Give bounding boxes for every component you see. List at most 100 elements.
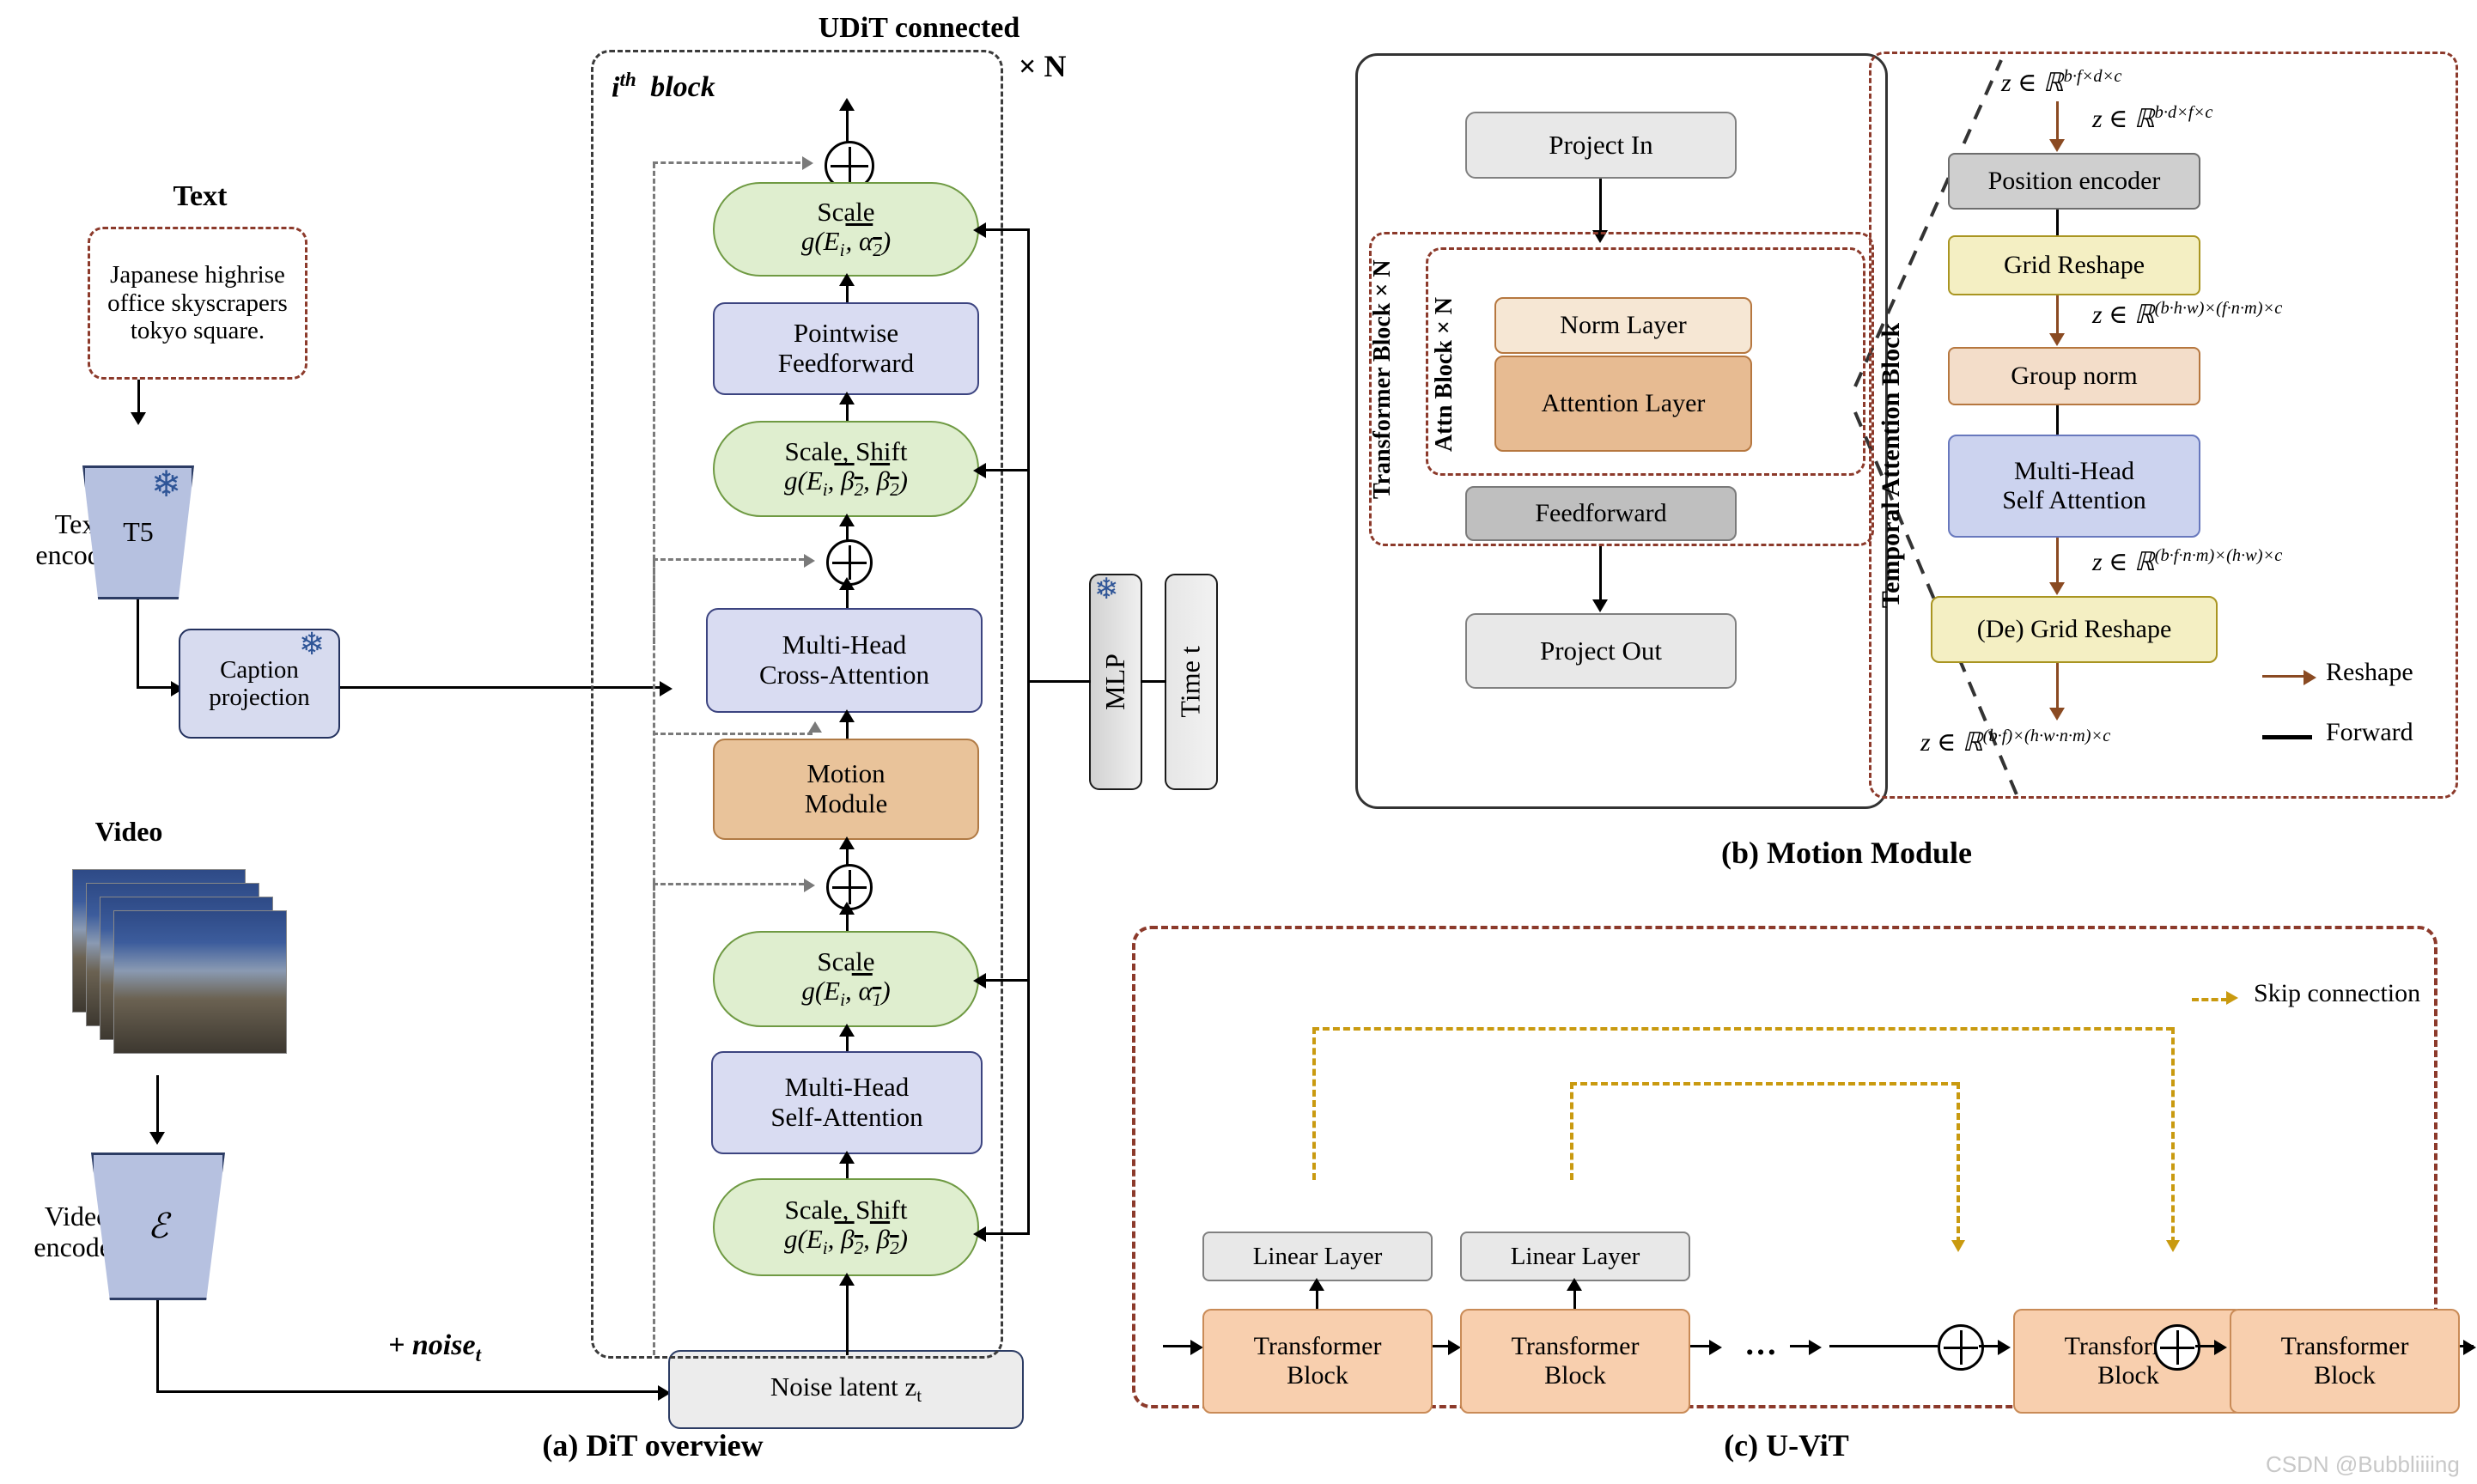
cond-to-scaleshift-bot-arrow bbox=[973, 1226, 986, 1242]
de-grid-reshape-label: (De) Grid Reshape bbox=[1976, 615, 2172, 644]
project-out-label: Project Out bbox=[1539, 635, 1663, 666]
noise-add-text: + noise bbox=[388, 1329, 476, 1361]
mhsa-to-degrid-line bbox=[2056, 538, 2059, 586]
prompt-text: Japanese highrise office skyscrapers tok… bbox=[107, 261, 288, 345]
uvit-ellipsis: … bbox=[1744, 1325, 1777, 1362]
cond-to-scale-a2-arrow bbox=[973, 222, 986, 238]
panel-c-caption: (c) U-ViT bbox=[1724, 1427, 1849, 1463]
scale-shift-bottom-line1: Scale, Shift bbox=[784, 1194, 908, 1225]
attn-block-n-label: Attn Block × N bbox=[1431, 296, 1458, 453]
linear-layer-1-label: Linear Layer bbox=[1252, 1242, 1383, 1270]
noise-add-label: + noiset bbox=[388, 1329, 481, 1367]
residual-mid-hline bbox=[653, 558, 804, 561]
linear-layer-2-node: Linear Layer bbox=[1460, 1232, 1690, 1281]
time-label: Time t bbox=[1175, 646, 1207, 718]
cross-attention-line1: Multi-Head bbox=[782, 629, 907, 660]
scaleshift-to-pointwise-arrow bbox=[839, 392, 855, 404]
tb3-line2: Block bbox=[2097, 1361, 2159, 1390]
linear-layer-2-label: Linear Layer bbox=[1510, 1242, 1640, 1270]
project-out-node: Project Out bbox=[1465, 613, 1737, 689]
video-to-encoder-line bbox=[156, 1075, 159, 1135]
temporal-title-wrap: Temporal Attention Block bbox=[1865, 283, 1917, 644]
shape-label-2: z ∈ ℝb·d×f×c bbox=[2092, 103, 2212, 134]
residual-low-vline bbox=[653, 885, 655, 1355]
shape-label-5: z ∈ ℝ(b·f)×(h·w·n·m)×c bbox=[1920, 727, 2110, 757]
time-to-mlp-line bbox=[1141, 680, 1166, 683]
legend-reshape-arrow bbox=[2304, 670, 2316, 685]
skip2-hline bbox=[1570, 1082, 1958, 1086]
tb2-line1: Transformer bbox=[1511, 1332, 1640, 1361]
mhsa-line1: Multi-Head bbox=[2014, 457, 2134, 486]
self-attention-line1: Multi-Head bbox=[784, 1072, 910, 1103]
cond-to-scale-a2 bbox=[979, 228, 1029, 231]
skip1-vline-right bbox=[2171, 1027, 2175, 1244]
ith-block-rest: block bbox=[650, 71, 715, 104]
video-encoder-out-vline bbox=[156, 1300, 159, 1393]
tb2-line2: Block bbox=[1544, 1361, 1606, 1390]
shape-label-5-z: z ∈ ℝ bbox=[1920, 728, 1983, 757]
cond-to-scale-a1 bbox=[979, 979, 1029, 982]
video-frame-1 bbox=[113, 910, 287, 1054]
shape-label-1-exp: b·f×d×c bbox=[2063, 67, 2122, 86]
motion-to-cross-arrow bbox=[839, 709, 855, 722]
shape-label-3: z ∈ ℝ(b·h·w)×(f·n·m)×c bbox=[2092, 299, 2282, 330]
mhsa-line2: Self Attention bbox=[2002, 486, 2146, 514]
scale-shift-top-line2: g(Ei, β2, β2) bbox=[784, 465, 908, 501]
skip2-arrow bbox=[1951, 1240, 1965, 1252]
cross-to-plusmid-arrow bbox=[839, 577, 855, 590]
shape-label-3-z: z ∈ ℝ bbox=[2092, 301, 2155, 329]
cond-to-scale-a1-arrow bbox=[973, 973, 986, 988]
panel-b-caption: (b) Motion Module bbox=[1721, 835, 1972, 870]
de-grid-reshape-node: (De) Grid Reshape bbox=[1931, 596, 2218, 663]
project-in-label: Project In bbox=[1549, 129, 1653, 160]
position-encoder-label: Position encoder bbox=[1987, 167, 2161, 196]
shape-label-1: z ∈ ℝb·f×d×c bbox=[2001, 67, 2121, 98]
scale-alpha2-line2: g(Ei, α2) bbox=[800, 226, 892, 261]
legend-reshape-label: Reshape bbox=[2326, 658, 2413, 686]
pointwise-line2: Feedforward bbox=[777, 348, 915, 378]
transformer-block-2-node: Transformer Block bbox=[1460, 1309, 1690, 1414]
shape-label-4-z: z ∈ ℝ bbox=[2092, 548, 2155, 576]
noise-latent-node: Noise latent zt bbox=[668, 1350, 1024, 1429]
scale-alpha2-node: Scale g(Ei, α2) bbox=[713, 182, 979, 277]
prompt-to-t5-line bbox=[137, 380, 140, 416]
scaleshift-bot-to-selfattn-arrow bbox=[839, 1151, 855, 1164]
video-frames bbox=[72, 869, 295, 1084]
norm-layer-node: Norm Layer bbox=[1494, 297, 1752, 354]
group-norm-label: Group norm bbox=[2011, 362, 2138, 391]
temporal-attention-title: Temporal Attention Block bbox=[1877, 322, 1905, 609]
shape-label-5-exp: (b·f)×(h·w·n·m)×c bbox=[1982, 727, 2111, 745]
scale-alpha2-line1: Scale bbox=[817, 196, 875, 227]
attention-layer-node: Attention Layer bbox=[1494, 356, 1752, 452]
uvit-output-arrow bbox=[2463, 1340, 2476, 1355]
prompt-to-t5-arrow bbox=[131, 412, 146, 425]
feedforward-out-line bbox=[1599, 546, 1602, 603]
plus2-out-arrow bbox=[2214, 1340, 2227, 1355]
mhsa-node: Multi-Head Self Attention bbox=[1948, 435, 2200, 538]
scale-shift-top-node: Scale, Shift g(Ei, β2, β2) bbox=[713, 421, 979, 517]
transformer-block-4-node: Transformer Block bbox=[2230, 1309, 2460, 1414]
prompt-box: Japanese highrise office skyscrapers tok… bbox=[88, 227, 307, 380]
scale-alpha1-line2: g(Ei, α1) bbox=[801, 976, 891, 1011]
transformer-block-n-label: Transformer Block × N bbox=[1369, 259, 1396, 499]
position-encoder-node: Position encoder bbox=[1948, 153, 2200, 210]
shape-label-1-z: z ∈ ℝ bbox=[2001, 69, 2064, 97]
residual-mid2-hline bbox=[653, 733, 812, 735]
transformer-block-1-node: Transformer Block bbox=[1202, 1309, 1433, 1414]
scale-alpha1-node: Scale g(Ei, α1) bbox=[713, 931, 979, 1027]
udit-top-out-arrow bbox=[839, 98, 855, 111]
t5-out-hline bbox=[137, 686, 174, 689]
snowflake-icon-mlp: ❄ bbox=[1094, 574, 1119, 605]
attention-layer-label: Attention Layer bbox=[1541, 389, 1706, 418]
tb1-line2: Block bbox=[1287, 1361, 1348, 1390]
uvit-input-arrow bbox=[1190, 1340, 1203, 1355]
motion-module-node: Motion Module bbox=[713, 739, 979, 840]
plus1-in-line bbox=[1829, 1345, 1938, 1347]
to-position-encoder-arrow bbox=[2049, 139, 2065, 152]
video-encoder-node: ℰ bbox=[91, 1153, 225, 1300]
legend-skip-label: Skip connection bbox=[2254, 979, 2421, 1007]
time-node: Time t bbox=[1165, 574, 1218, 790]
residual-mid2-arrow bbox=[808, 721, 822, 733]
noise-latent-text: Noise latent z bbox=[770, 1371, 917, 1402]
self-attention-line2: Self-Attention bbox=[770, 1102, 923, 1132]
